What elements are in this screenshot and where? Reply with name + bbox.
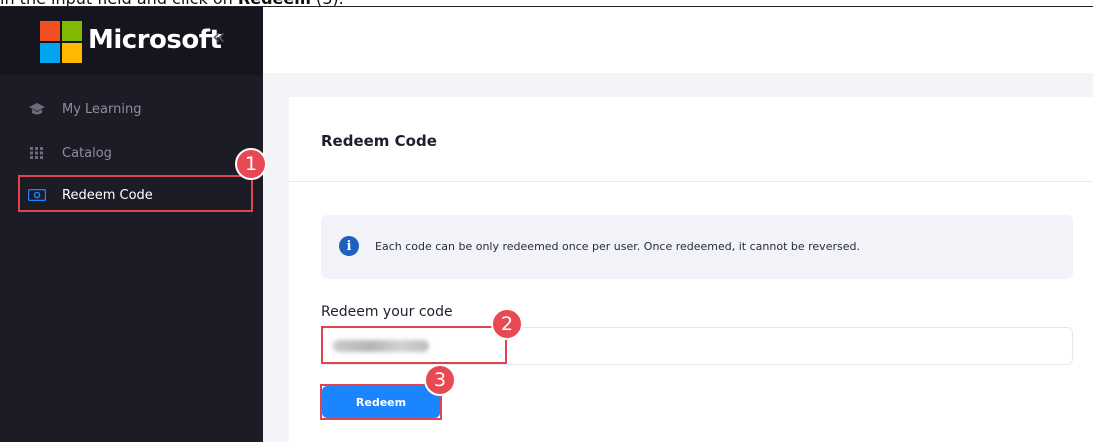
- highlight-box-3: [320, 384, 442, 420]
- info-icon: i: [339, 236, 359, 256]
- step-marker-3: 3: [424, 364, 456, 396]
- collapse-sidebar-icon[interactable]: «: [212, 25, 225, 50]
- microsoft-logo-icon: [40, 21, 82, 63]
- sidebar-item-catalog[interactable]: Catalog: [28, 142, 112, 164]
- brand-name: Microsoft: [88, 25, 222, 55]
- step-marker-1: 1: [235, 148, 267, 180]
- highlight-box-1: [18, 175, 253, 212]
- sidebar-item-label: Catalog: [62, 145, 112, 161]
- sidebar-item-label: My Learning: [62, 101, 142, 117]
- page: in the input field and click on Redeem (…: [0, 0, 1093, 442]
- sidebar: Microsoft « My Learning Catalog Redeem C…: [0, 7, 263, 442]
- sidebar-item-my-learning[interactable]: My Learning: [28, 98, 141, 120]
- info-notice: i Each code can be only redeemed once pe…: [321, 215, 1073, 279]
- step-marker-2: 2: [491, 308, 523, 340]
- grid-icon: [28, 146, 46, 160]
- notice-text: Each code can be only redeemed once per …: [375, 240, 860, 253]
- card-divider: [289, 181, 1093, 182]
- graduation-cap-icon: [28, 102, 46, 116]
- page-title: Redeem Code: [321, 132, 437, 150]
- sidebar-header: Microsoft «: [0, 7, 263, 75]
- highlight-box-2: [321, 326, 507, 364]
- top-bar: [263, 7, 1093, 73]
- redeem-code-label: Redeem your code: [321, 304, 453, 320]
